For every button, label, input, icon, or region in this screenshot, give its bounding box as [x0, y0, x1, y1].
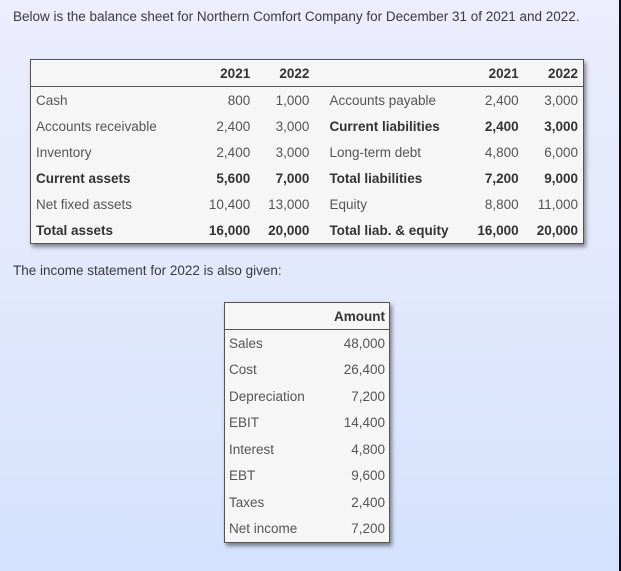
intro-text: Below is the balance sheet for Northern … — [13, 9, 580, 24]
liability-2021-value: 2,400 — [484, 92, 519, 108]
balance-sheet-row: Total assets 16,000 20,000 Total liab. & eq… — [31, 217, 584, 244]
asset-label: Cash — [36, 92, 68, 108]
income-statement-row: Interest 4,800 — [225, 436, 390, 463]
balance-sheet-row: Accounts receivable 2,400 3,000 Current lia… — [31, 113, 584, 139]
income-statement-row: Net income 7,200 — [225, 516, 390, 543]
liability-2021-value: 4,800 — [484, 144, 519, 160]
income-statement-row: EBIT 14,400 — [225, 410, 390, 437]
column-gap — [314, 217, 324, 244]
line-item-label: Taxes — [229, 494, 265, 510]
asset-2022-value: 1,000 — [275, 92, 310, 108]
liability-2021-value: 8,800 — [484, 196, 519, 212]
liability-2021-value: 7,200 — [484, 170, 519, 186]
asset-label: Total assets — [36, 222, 114, 238]
line-item-label: Sales — [229, 335, 263, 351]
asset-2021-value: 16,000 — [208, 222, 251, 238]
line-item-label: Cost — [229, 362, 257, 378]
liability-label: Long-term debt — [329, 144, 421, 160]
asset-2022-value: 3,000 — [275, 118, 310, 134]
liability-label: Total liab. & equity — [329, 222, 449, 238]
income-statement-intro: The income statement for 2022 is also gi… — [13, 263, 282, 278]
income-statement-row: Taxes 2,400 — [225, 489, 390, 516]
line-item-amount: 48,000 — [343, 335, 385, 351]
column-gap — [314, 87, 324, 114]
liability-2022-value: 3,000 — [544, 92, 578, 108]
asset-label: Current assets — [36, 170, 131, 186]
line-item-label: Interest — [229, 441, 275, 457]
liability-2022-value: 11,000 — [537, 196, 578, 212]
balance-sheet-row: Net fixed assets 10,400 13,000 Equity 8,800 1… — [31, 191, 584, 217]
line-item-label: Net income — [229, 521, 298, 537]
liability-2022-value: 9,000 — [544, 170, 578, 186]
income-statement-header-row: Amount — [224, 302, 390, 330]
income-statement-row: Cost 26,400 — [225, 357, 390, 384]
liability-2021-value: 2,400 — [484, 118, 519, 134]
asset-2022-value: 20,000 — [268, 222, 310, 238]
liability-label: Equity — [329, 196, 367, 212]
asset-2022-value: 3,000 — [275, 144, 310, 160]
header-liab-2021: 2021 — [464, 59, 524, 87]
column-gap — [314, 139, 324, 165]
asset-label: Accounts receivable — [36, 118, 157, 134]
line-item-label: EBT — [229, 468, 256, 484]
balance-sheet-row: Cash 800 1,000 Accounts payable 2,400 3,000 — [31, 87, 584, 114]
header-amount: Amount — [321, 302, 390, 330]
line-item-amount: 7,200 — [351, 521, 385, 537]
asset-2021-value: 800 — [227, 92, 251, 108]
balance-sheet-header-row: 2021 2022 2021 2022 — [30, 59, 584, 87]
line-item-amount: 2,400 — [351, 494, 385, 510]
header-assets-2021: 2021 — [196, 59, 256, 87]
income-statement-row: EBT 9,600 — [225, 463, 390, 490]
header-blank — [224, 302, 322, 330]
asset-label: Inventory — [36, 144, 92, 160]
asset-2021-value: 5,600 — [216, 170, 251, 186]
header-blank — [30, 59, 196, 87]
header-blank-2 — [324, 59, 465, 87]
line-item-amount: 4,800 — [351, 441, 385, 457]
asset-label: Net fixed assets — [36, 196, 133, 212]
asset-2021-value: 2,400 — [216, 118, 251, 134]
asset-2022-value: 13,000 — [268, 196, 310, 212]
balance-sheet-row: Inventory 2,400 3,000 Long-term debt 4,800 6,… — [31, 139, 584, 165]
header-liab-2022: 2022 — [523, 59, 584, 87]
header-gap — [314, 59, 325, 87]
line-item-amount: 26,400 — [343, 362, 385, 378]
balance-sheet-table: 2021 2022 2021 2022 Cash 800 1,000 Accounts… — [30, 59, 584, 244]
balance-sheet-row: Current assets 5,600 7,000 Total liabilitie… — [31, 165, 584, 191]
liability-label: Accounts payable — [329, 92, 437, 108]
line-item-amount: 14,400 — [343, 415, 385, 431]
column-gap — [314, 165, 324, 191]
liability-2022-value: 20,000 — [536, 222, 578, 238]
liability-2022-value: 6,000 — [544, 144, 578, 160]
line-item-amount: 9,600 — [351, 468, 385, 484]
income-statement-row: Depreciation 7,200 — [225, 383, 390, 410]
liability-2021-value: 16,000 — [477, 222, 519, 238]
asset-2022-value: 7,000 — [275, 170, 310, 186]
asset-2021-value: 2,400 — [216, 144, 251, 160]
liability-2022-value: 3,000 — [544, 118, 578, 134]
line-item-label: Depreciation — [229, 388, 305, 404]
liability-label: Current liabilities — [329, 118, 440, 134]
liability-label: Total liabilities — [329, 170, 423, 186]
column-gap — [314, 191, 324, 217]
line-item-label: EBIT — [229, 415, 260, 431]
income-statement-table: Amount Sales 48,000 Cost 26,400 Depreciation… — [224, 302, 390, 543]
column-gap — [314, 113, 324, 139]
income-statement-row: Sales 48,000 — [225, 330, 390, 357]
asset-2021-value: 10,400 — [208, 196, 251, 212]
header-assets-2022: 2022 — [255, 59, 315, 87]
line-item-amount: 7,200 — [351, 388, 385, 404]
